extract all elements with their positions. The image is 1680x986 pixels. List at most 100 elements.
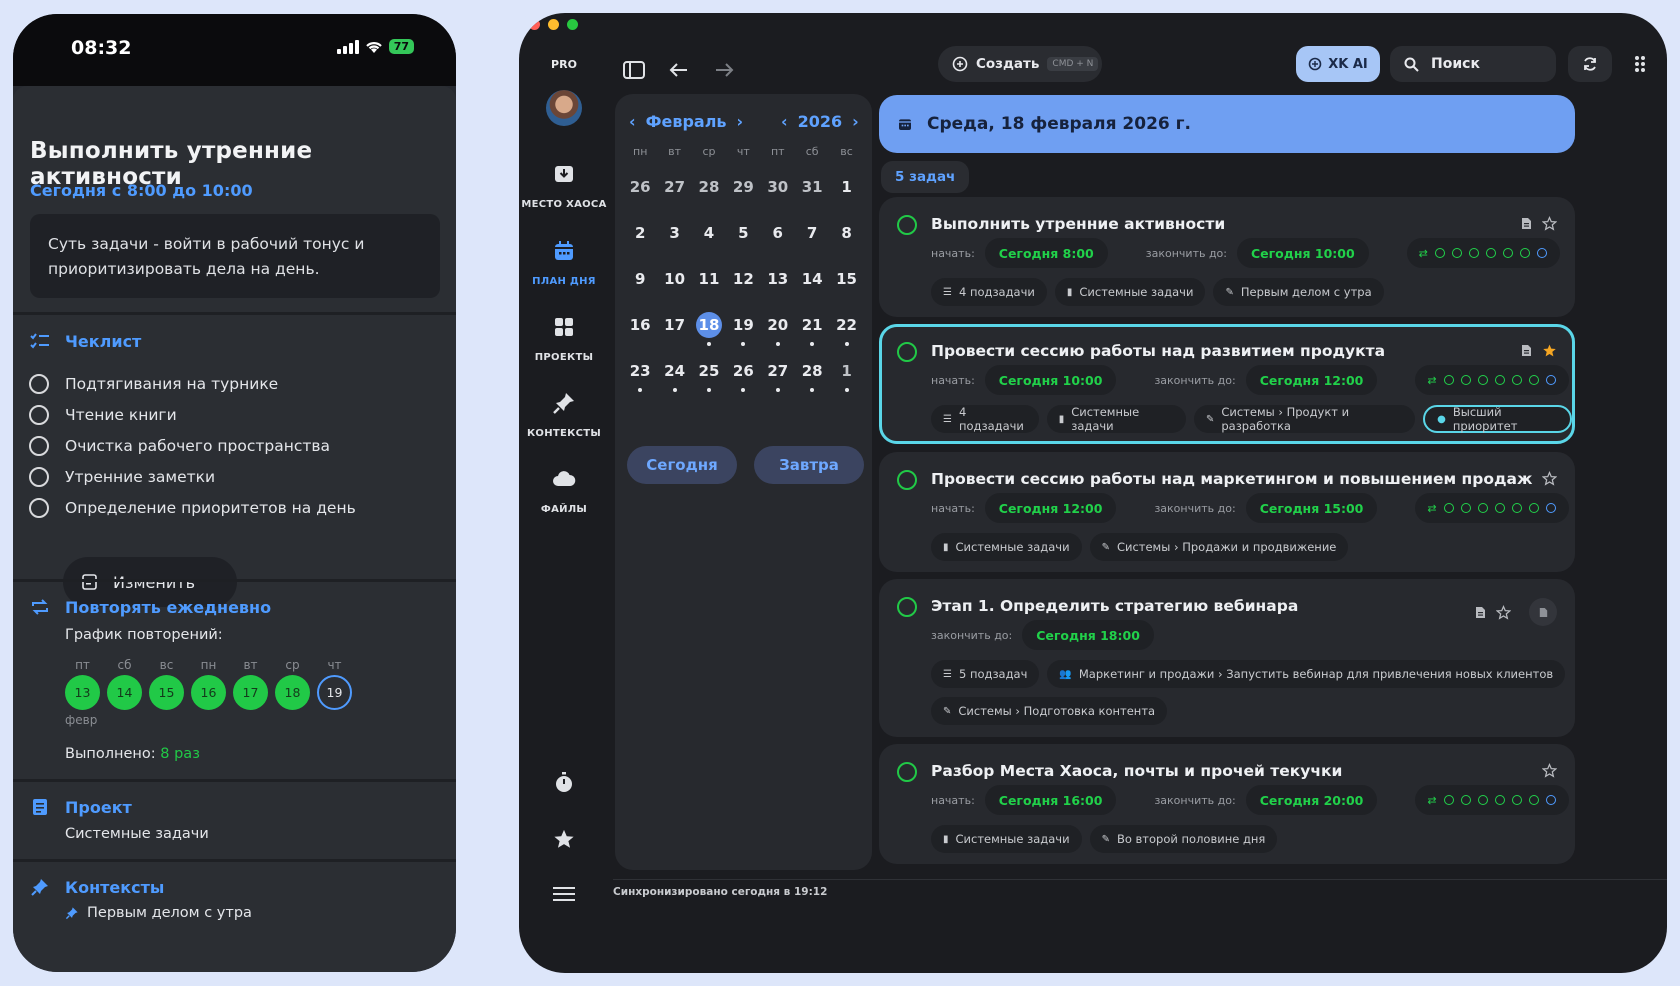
timer-button[interactable] [519,770,609,798]
calendar-day[interactable]: 24 [657,352,691,398]
task-card-selected[interactable]: Провести сессию работы над развитием про… [879,324,1575,444]
sidebar-item-projects[interactable]: ПРОЕКТЫ [519,315,609,364]
toggle-sidebar-button[interactable] [619,57,649,83]
note-icon[interactable] [1521,217,1532,230]
calendar-day[interactable]: 21 [795,306,829,352]
calendar-day[interactable]: 9 [623,260,657,306]
calendar-day[interactable]: 2 [623,214,657,260]
end-time-chip[interactable]: Сегодня 15:00 [1245,493,1378,523]
back-button[interactable] [664,57,694,83]
calendar-day[interactable]: 11 [692,260,726,306]
today-button[interactable]: Сегодня [627,446,737,484]
star-filled-icon[interactable] [1542,343,1557,358]
project-tag[interactable]: 👥 Маркетинг и продажи › Запустить вебинар… [1047,660,1566,688]
calendar-day[interactable]: 5 [726,214,760,260]
repeat-progress[interactable]: ⇄ [1415,785,1569,815]
checkbox-circle-icon[interactable] [29,497,49,518]
calendar-day[interactable]: 10 [657,260,691,306]
task-card[interactable]: Разбор Места Хаоса, почты и прочей текуч… [879,744,1575,864]
start-time-chip[interactable]: Сегодня 8:00 [984,238,1108,268]
calendar-day[interactable]: 14 [795,260,829,306]
checkbox-circle-icon[interactable] [29,404,49,425]
checklist-item[interactable]: Чтение книги [29,399,356,430]
end-time-chip[interactable]: Сегодня 18:00 [1022,620,1154,650]
calendar-day[interactable]: 12 [726,260,760,306]
calendar-day[interactable]: 1 [829,352,863,398]
calendar-day[interactable]: 23 [623,352,657,398]
calendar-day[interactable]: 15 [829,260,863,306]
chevron-left-icon[interactable]: ‹ [781,112,788,131]
complete-circle-icon[interactable] [897,762,917,782]
forward-button[interactable] [709,57,739,83]
sidebar-item-contexts[interactable]: КОНТЕКСТЫ [519,391,609,440]
tomorrow-button[interactable]: Завтра [754,446,864,484]
project-tag[interactable]: ▮ Системные задачи [931,825,1082,853]
task-card[interactable]: Провести сессию работы над маркетингом и… [879,452,1575,572]
context-tag[interactable]: ✎ Системы › Продукт и разработка [1193,405,1416,433]
end-time-chip[interactable]: Сегодня 10:00 [1237,238,1369,268]
calendar-day[interactable]: 17 [657,306,691,352]
calendar-day[interactable]: 28 [795,352,829,398]
calendar-day[interactable]: 29 [726,168,760,214]
attachment-button[interactable] [1529,598,1557,626]
star-outline-icon[interactable] [1496,604,1511,620]
end-time-chip[interactable]: Сегодня 12:00 [1245,365,1378,395]
sidebar-item-day-plan[interactable]: ПЛАН ДНЯ [519,239,609,288]
project-tag[interactable]: ▮ Системные задачи [931,533,1082,561]
calendar-day[interactable]: 25 [692,352,726,398]
calendar-day[interactable]: 27 [761,352,795,398]
chevron-left-icon[interactable]: ‹ [629,112,636,131]
sidebar-item-inbox[interactable]: МЕСТО ХАОСА [519,162,609,211]
chevron-right-icon[interactable]: › [852,112,859,131]
note-icon[interactable] [1521,344,1532,357]
calendar-day[interactable]: 4 [692,214,726,260]
complete-circle-icon[interactable] [897,597,917,617]
calendar-day[interactable]: 7 [795,214,829,260]
task-card[interactable]: Этап 1. Определить стратегию вебинара за… [879,579,1575,737]
checkbox-circle-icon[interactable] [29,373,49,394]
calendar-day[interactable]: 27 [657,168,691,214]
context-tag[interactable]: ✎ Системы › Продажи и продвижение [1089,533,1349,561]
calendar-day-selected[interactable]: 18 [692,306,726,352]
calendar-day[interactable]: 19 [726,306,760,352]
start-time-chip[interactable]: Сегодня 12:00 [984,493,1117,523]
calendar-day[interactable]: 16 [623,306,657,352]
repeat-progress[interactable]: ⇄ [1415,493,1569,523]
checklist-item[interactable]: Подтягивания на турнике [29,368,356,399]
note-icon[interactable] [1475,606,1486,619]
calendar-day[interactable]: 26 [623,168,657,214]
context-tag[interactable]: ✎ Системы › Подготовка контента [931,697,1168,725]
ai-button[interactable]: XK AI [1296,46,1380,82]
checklist-item[interactable]: Утренние заметки [29,461,356,492]
calendar-day[interactable]: 30 [761,168,795,214]
avatar[interactable] [546,90,582,126]
project-tag[interactable]: ▮ Системные задачи [1054,278,1206,306]
repeat-progress[interactable]: ⇄ [1406,238,1560,268]
task-card[interactable]: Выполнить утренние активности начать: Се… [879,197,1575,317]
star-outline-icon[interactable] [1542,216,1557,231]
calendar-day[interactable]: 20 [761,306,795,352]
subtasks-tag[interactable]: ☰ 4 подзадачи [931,278,1047,306]
calendar-day[interactable]: 13 [761,260,795,306]
checklist-item[interactable]: Определение приоритетов на день [29,492,356,523]
calendar-day[interactable]: 3 [657,214,691,260]
search-input[interactable]: Поиск [1390,46,1556,82]
subtasks-tag[interactable]: ☰ 4 подзадачи [931,405,1039,433]
calendar-day[interactable]: 1 [829,168,863,214]
create-button[interactable]: Создать CMD + N [938,46,1102,82]
priority-tag[interactable]: ● Высший приоритет [1423,405,1572,433]
complete-circle-icon[interactable] [897,342,917,362]
star-outline-icon[interactable] [1542,471,1557,486]
apps-grid-icon[interactable] [1632,53,1654,75]
complete-circle-icon[interactable] [897,470,917,490]
start-time-chip[interactable]: Сегодня 16:00 [984,785,1117,815]
calendar-day[interactable]: 31 [795,168,829,214]
favorites-button[interactable] [519,828,609,854]
checkbox-circle-icon[interactable] [29,466,49,487]
context-tag[interactable]: ✎ Первым делом с утра [1213,278,1384,306]
menu-button[interactable] [519,885,609,907]
calendar-day[interactable]: 8 [829,214,863,260]
project-tag[interactable]: ▮ Системные задачи [1046,405,1186,433]
context-tag[interactable]: ✎ Во второй половине дня [1089,825,1278,853]
sync-button[interactable] [1568,46,1612,82]
